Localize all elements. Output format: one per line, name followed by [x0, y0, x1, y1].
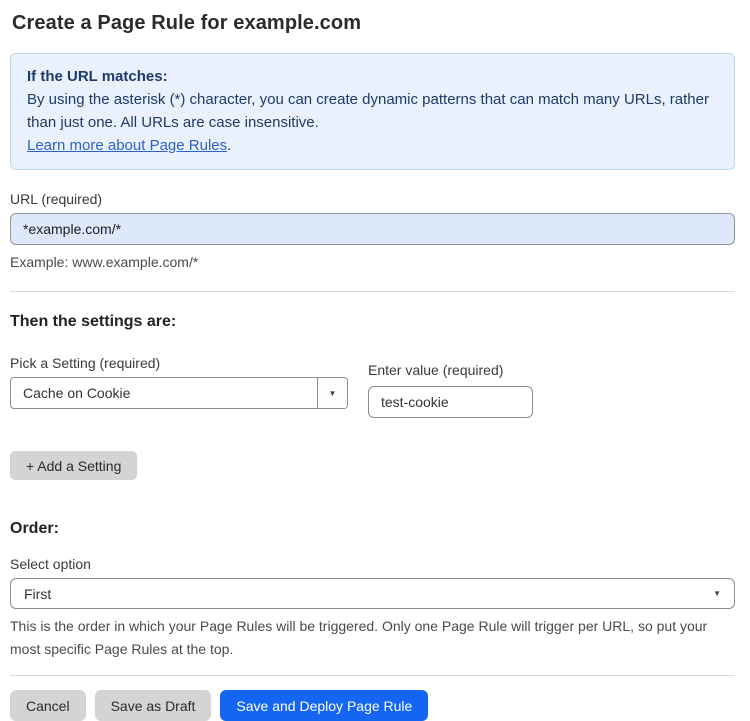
- footer-divider: [10, 675, 735, 676]
- section-divider: [10, 291, 735, 292]
- order-heading: Order:: [10, 520, 59, 537]
- caret-down-icon[interactable]: ▼: [317, 378, 347, 408]
- url-match-info-box: If the URL matches: By using the asteris…: [10, 53, 735, 170]
- setting-value-input[interactable]: [368, 386, 533, 418]
- cancel-button[interactable]: Cancel: [10, 690, 86, 721]
- info-box-heading: If the URL matches:: [27, 68, 168, 85]
- url-input[interactable]: [10, 213, 735, 245]
- caret-glyph: ▼: [328, 388, 337, 398]
- setting-value-column: Enter value (required): [368, 362, 533, 418]
- add-setting-button[interactable]: + Add a Setting: [10, 451, 138, 480]
- create-page-rule-form: Create a Page Rule for example.com If th…: [0, 0, 750, 721]
- setting-value-label: Enter value (required): [368, 362, 504, 378]
- order-select-value: First: [24, 585, 52, 602]
- order-select-label: Select option: [10, 556, 91, 572]
- page-title: Create a Page Rule for example.com: [12, 12, 362, 34]
- setting-picker-column: Pick a Setting (required) Cache on Cooki…: [10, 355, 348, 418]
- settings-row: Pick a Setting (required) Cache on Cooki…: [10, 355, 735, 418]
- caret-down-icon: ▼: [713, 589, 721, 598]
- setting-picker-label: Pick a Setting (required): [10, 355, 161, 371]
- setting-select-value: Cache on Cookie: [23, 385, 131, 401]
- save-and-deploy-button[interactable]: Save and Deploy Page Rule: [220, 690, 429, 721]
- order-select[interactable]: First ▼: [10, 578, 735, 609]
- url-example-text: Example: www.example.com/*: [10, 254, 199, 270]
- order-help-text: This is the order in which your Page Rul…: [10, 618, 708, 657]
- footer-actions: Cancel Save as Draft Save and Deploy Pag…: [10, 690, 735, 721]
- learn-more-link[interactable]: Learn more about Page Rules: [27, 137, 227, 154]
- link-suffix: .: [227, 137, 232, 154]
- settings-heading: Then the settings are:: [10, 313, 177, 330]
- save-as-draft-button[interactable]: Save as Draft: [94, 690, 212, 721]
- setting-select[interactable]: Cache on Cookie ▼: [10, 377, 348, 409]
- info-box-body: By using the asterisk (*) character, you…: [27, 91, 709, 131]
- url-field-label: URL (required): [10, 191, 103, 207]
